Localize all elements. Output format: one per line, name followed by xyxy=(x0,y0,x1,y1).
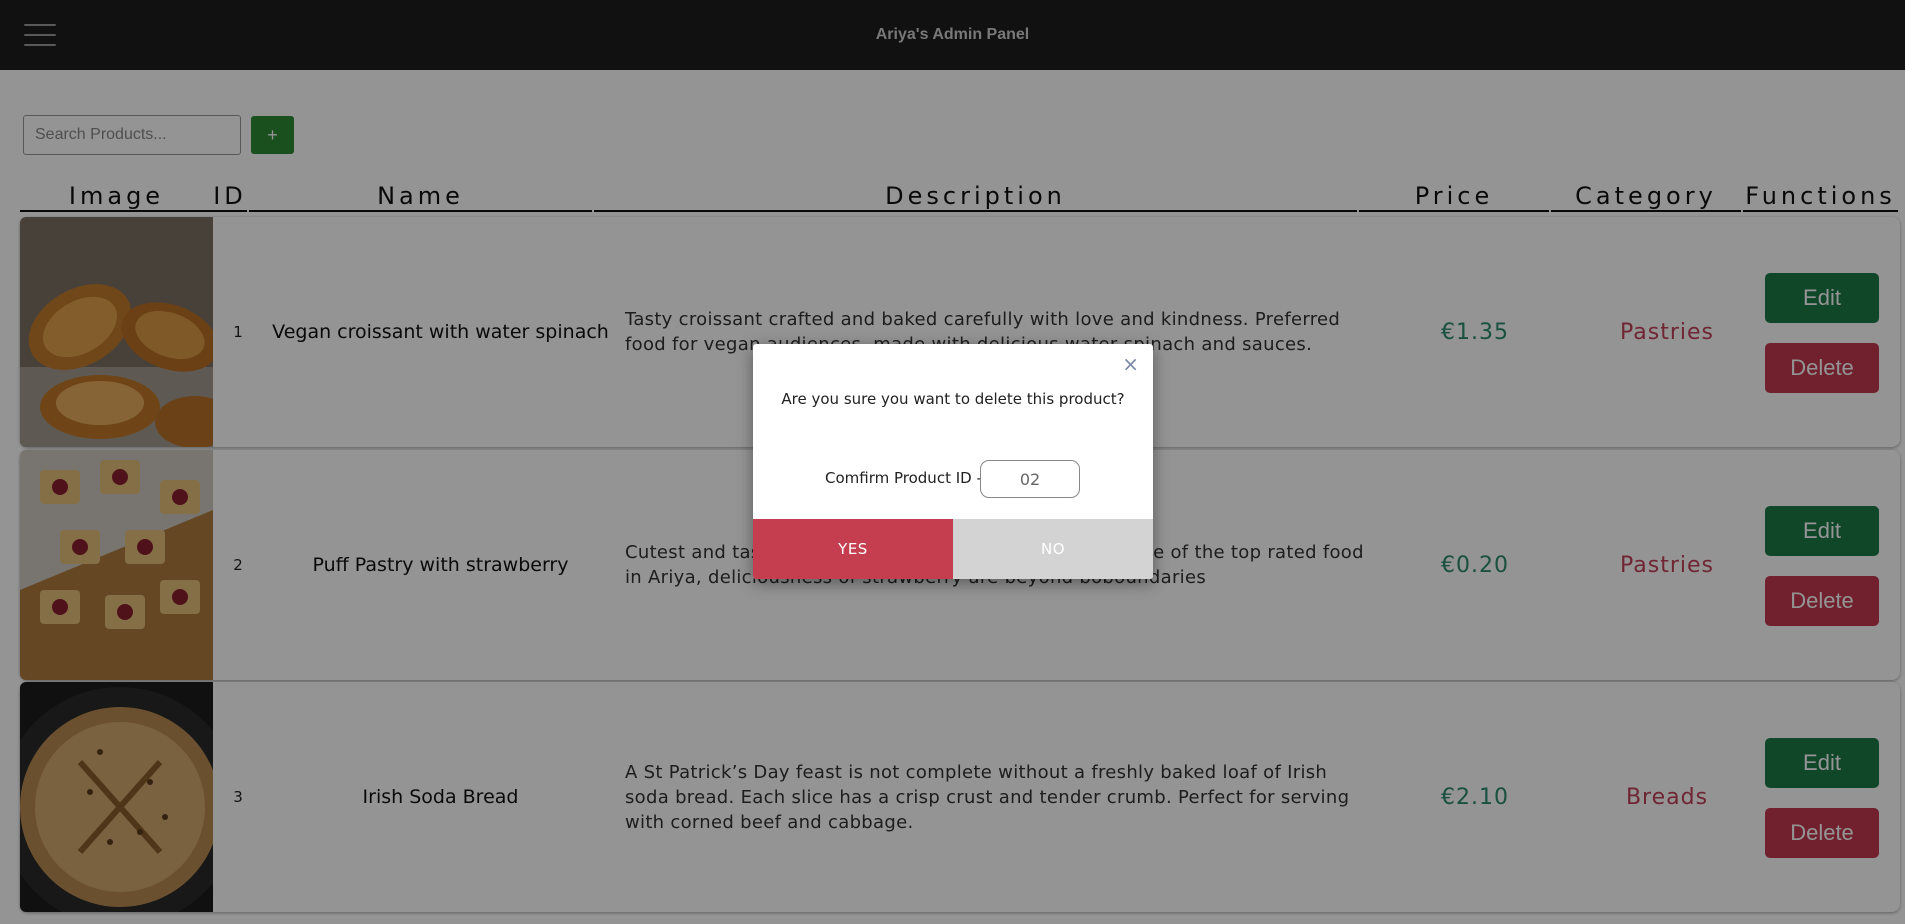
modal-backdrop-top xyxy=(0,0,1905,70)
close-icon[interactable]: × xyxy=(1122,352,1139,376)
yes-button[interactable]: YES xyxy=(753,519,953,579)
confirm-id-input[interactable] xyxy=(980,460,1080,498)
dialog-message: Are you sure you want to delete this pro… xyxy=(781,390,1125,408)
delete-confirm-dialog: × Are you sure you want to delete this p… xyxy=(753,344,1153,579)
confirm-id-label: Comfirm Product ID - xyxy=(825,469,982,487)
no-button[interactable]: NO xyxy=(953,519,1153,579)
